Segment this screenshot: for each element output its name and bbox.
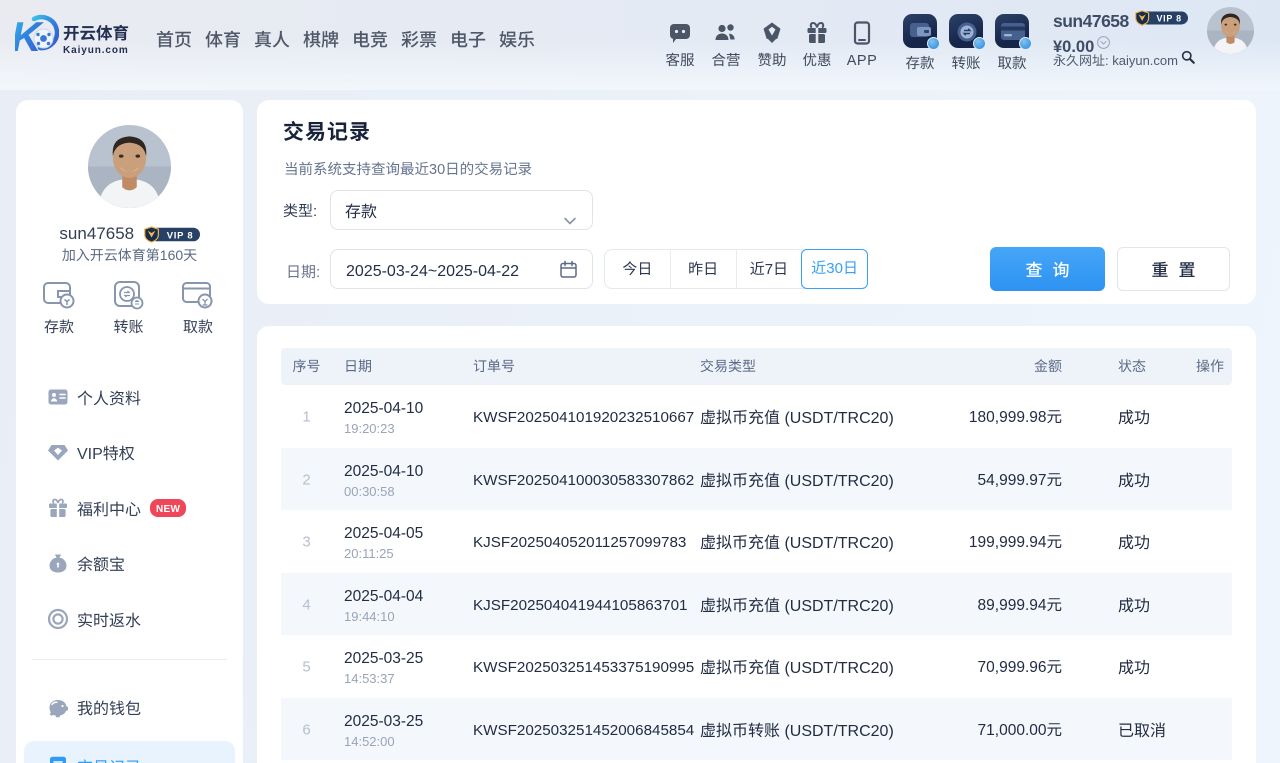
svg-text:VIP 8: VIP 8 [1156,14,1181,24]
svg-text:VIP 8: VIP 8 [166,230,193,241]
